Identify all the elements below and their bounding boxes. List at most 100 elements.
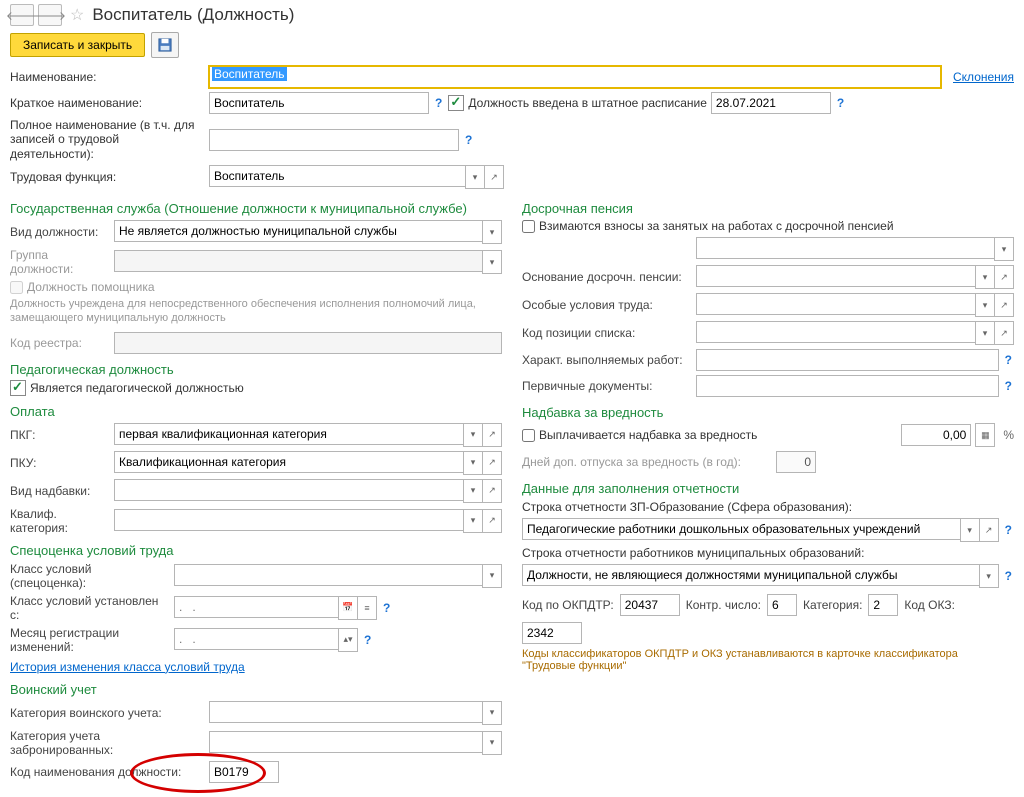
dropdown-button[interactable]: ▾ <box>979 564 999 588</box>
allowance-input[interactable] <box>114 479 463 501</box>
open-button[interactable]: ↗ <box>485 165 504 189</box>
pension-position-input[interactable] <box>696 321 975 343</box>
open-button[interactable]: ↗ <box>483 451 502 475</box>
help-icon[interactable]: ? <box>362 633 373 647</box>
full-name-label: Полное наименование (в т.ч. для записей … <box>10 118 205 161</box>
section-early-pension: Досрочная пенсия <box>522 201 1014 216</box>
hazard-days-label: Дней доп. отпуска за вредность (в год): <box>522 455 772 469</box>
dropdown-button[interactable]: ▾ <box>463 423 483 447</box>
pension-docs-input[interactable] <box>696 375 999 397</box>
category-label: Категория: <box>803 598 862 612</box>
change-month-label: Месяц регистрации изменений: <box>10 626 170 654</box>
name-input[interactable]: Воспитатель <box>209 66 941 88</box>
in-staff-date[interactable] <box>711 92 831 114</box>
assistant-label: Должность помощника <box>27 280 155 294</box>
help-icon[interactable]: ? <box>835 96 846 110</box>
is-pedagogical-checkbox[interactable] <box>10 380 26 396</box>
open-button[interactable]: ↗ <box>995 321 1014 345</box>
class-history-link[interactable]: История изменения класса условий труда <box>10 660 245 674</box>
dropdown-button[interactable]: ▾ <box>960 518 980 542</box>
classifier-hint: Коды классификаторов ОКПДТР и ОКЗ устана… <box>522 648 1014 672</box>
dropdown-button[interactable]: ▾ <box>463 451 483 475</box>
in-staff-label: Должность введена в штатное расписание <box>468 96 707 110</box>
declensions-link[interactable]: Склонения <box>953 70 1014 84</box>
report-line2-input[interactable] <box>522 564 979 586</box>
open-button[interactable]: ↗ <box>980 518 999 542</box>
pku-label: ПКУ: <box>10 456 110 470</box>
dropdown-button[interactable]: ▾ <box>463 509 483 533</box>
floppy-icon <box>158 38 172 52</box>
qualification-input[interactable] <box>114 509 463 531</box>
assistant-checkbox <box>10 281 23 294</box>
class-conditions-input[interactable] <box>174 564 482 586</box>
save-and-close-button[interactable]: Записать и закрыть <box>10 33 145 57</box>
okpdtr-input[interactable] <box>620 594 680 616</box>
military-category-input[interactable] <box>209 701 482 723</box>
dropdown-button[interactable]: ▾ <box>482 564 502 588</box>
dropdown-button[interactable]: ▾ <box>482 220 502 244</box>
help-icon[interactable]: ? <box>381 601 392 615</box>
dropdown-button[interactable]: ▾ <box>482 701 502 725</box>
pension-fees-checkbox[interactable] <box>522 220 535 233</box>
short-name-input[interactable] <box>209 92 429 114</box>
help-icon[interactable]: ? <box>1003 379 1014 393</box>
help-icon[interactable]: ? <box>1003 569 1014 583</box>
dropdown-button[interactable]: ▾ <box>482 731 502 755</box>
help-icon[interactable]: ? <box>433 96 444 110</box>
military-booked-input[interactable] <box>209 731 482 753</box>
position-code-input[interactable] <box>209 761 279 783</box>
qualification-label: Квалиф. категория: <box>10 507 110 535</box>
pkg-input[interactable] <box>114 423 463 445</box>
change-month-input[interactable] <box>174 628 338 650</box>
dropdown-button[interactable]: ▾ <box>465 165 485 189</box>
open-button[interactable]: ↗ <box>483 509 502 533</box>
recent-button[interactable]: ≡ <box>358 596 377 620</box>
ctrl-input[interactable] <box>767 594 797 616</box>
section-gov-service: Государственная служба (Отношение должно… <box>10 201 502 216</box>
hazard-amount-input[interactable] <box>901 424 971 446</box>
help-icon[interactable]: ? <box>463 133 474 147</box>
help-icon[interactable]: ? <box>1003 523 1014 537</box>
class-date-input[interactable] <box>174 596 338 618</box>
gov-note: Должность учреждена для непосредственног… <box>10 297 502 326</box>
pension-work-input[interactable] <box>696 349 999 371</box>
pension-basis-input[interactable] <box>696 265 975 287</box>
military-booked-label: Категория учета забронированных: <box>10 729 205 757</box>
labor-function-label: Трудовая функция: <box>10 170 205 184</box>
in-staff-checkbox[interactable] <box>448 95 464 111</box>
gov-group-label: Группа должности: <box>10 248 110 276</box>
nav-back-button[interactable]: 🡐 <box>10 4 34 26</box>
open-button[interactable]: ↗ <box>995 293 1014 317</box>
stepper-button[interactable]: ▴▾ <box>338 628 358 652</box>
nav-forward-button[interactable]: 🡒 <box>38 4 62 26</box>
pension-fees-input[interactable] <box>696 237 994 259</box>
dropdown-button: ▾ <box>482 250 502 274</box>
save-button[interactable] <box>151 32 179 58</box>
dropdown-button[interactable]: ▾ <box>994 237 1014 261</box>
open-button[interactable]: ↗ <box>995 265 1014 289</box>
open-button[interactable]: ↗ <box>483 479 502 503</box>
dropdown-button[interactable]: ▾ <box>975 321 995 345</box>
dropdown-button[interactable]: ▾ <box>975 293 995 317</box>
full-name-input[interactable] <box>209 129 459 151</box>
hazard-paid-checkbox[interactable] <box>522 429 535 442</box>
pension-conditions-input[interactable] <box>696 293 975 315</box>
dropdown-button[interactable]: ▾ <box>463 479 483 503</box>
labor-function-input[interactable] <box>209 165 465 187</box>
category-input[interactable] <box>868 594 898 616</box>
calendar-icon[interactable]: 📅 <box>338 596 358 620</box>
star-icon[interactable]: ☆ <box>70 5 84 25</box>
gov-kind-input[interactable] <box>114 220 482 242</box>
section-military: Воинский учет <box>10 682 502 697</box>
class-date-label: Класс условий установлен с: <box>10 594 170 622</box>
help-icon[interactable]: ? <box>1003 353 1014 367</box>
calc-button[interactable]: ▦ <box>975 423 995 447</box>
dropdown-button[interactable]: ▾ <box>975 265 995 289</box>
okz-input[interactable] <box>522 622 582 644</box>
section-payment: Оплата <box>10 404 502 419</box>
report-line1-input[interactable] <box>522 518 960 540</box>
allowance-label: Вид надбавки: <box>10 484 110 498</box>
open-button[interactable]: ↗ <box>483 423 502 447</box>
position-code-label: Код наименования должности: <box>10 765 205 779</box>
pku-input[interactable] <box>114 451 463 473</box>
